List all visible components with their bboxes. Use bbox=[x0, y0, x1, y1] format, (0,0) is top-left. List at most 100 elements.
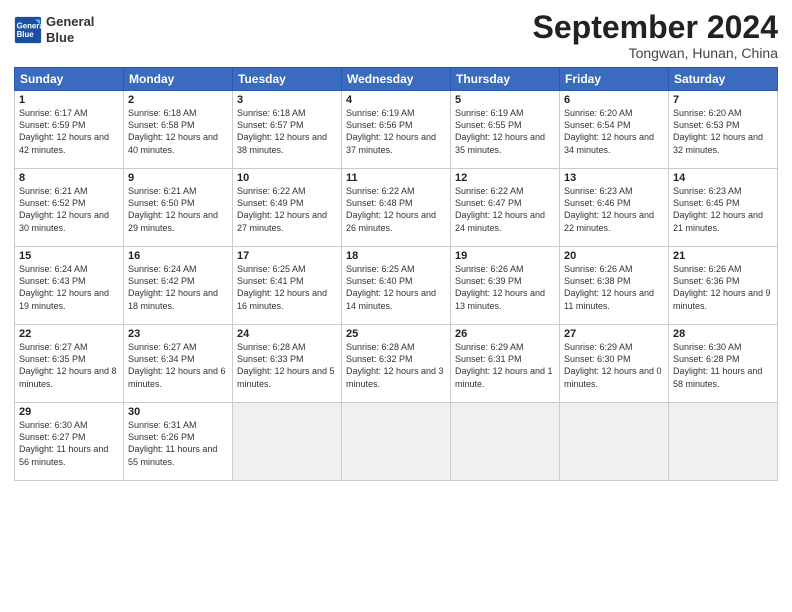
cell-info: Sunrise: 6:22 AMSunset: 6:47 PMDaylight:… bbox=[455, 185, 555, 234]
day-header-monday: Monday bbox=[124, 68, 233, 91]
day-header-thursday: Thursday bbox=[451, 68, 560, 91]
calendar-week-2: 8Sunrise: 6:21 AMSunset: 6:52 PMDaylight… bbox=[15, 169, 778, 247]
cell-info: Sunrise: 6:27 AMSunset: 6:34 PMDaylight:… bbox=[128, 341, 228, 390]
day-number: 27 bbox=[564, 328, 664, 340]
day-number: 21 bbox=[673, 250, 773, 262]
calendar-cell: 15Sunrise: 6:24 AMSunset: 6:43 PMDayligh… bbox=[15, 247, 124, 325]
cell-info: Sunrise: 6:24 AMSunset: 6:42 PMDaylight:… bbox=[128, 263, 228, 312]
cell-info: Sunrise: 6:18 AMSunset: 6:58 PMDaylight:… bbox=[128, 107, 228, 156]
day-number: 4 bbox=[346, 94, 446, 106]
cell-info: Sunrise: 6:23 AMSunset: 6:46 PMDaylight:… bbox=[564, 185, 664, 234]
calendar-cell: 20Sunrise: 6:26 AMSunset: 6:38 PMDayligh… bbox=[560, 247, 669, 325]
calendar-cell: 5Sunrise: 6:19 AMSunset: 6:55 PMDaylight… bbox=[451, 91, 560, 169]
cell-info: Sunrise: 6:20 AMSunset: 6:53 PMDaylight:… bbox=[673, 107, 773, 156]
calendar-cell bbox=[669, 403, 778, 481]
day-header-saturday: Saturday bbox=[669, 68, 778, 91]
cell-info: Sunrise: 6:28 AMSunset: 6:33 PMDaylight:… bbox=[237, 341, 337, 390]
calendar-cell: 24Sunrise: 6:28 AMSunset: 6:33 PMDayligh… bbox=[233, 325, 342, 403]
calendar-cell: 18Sunrise: 6:25 AMSunset: 6:40 PMDayligh… bbox=[342, 247, 451, 325]
cell-info: Sunrise: 6:23 AMSunset: 6:45 PMDaylight:… bbox=[673, 185, 773, 234]
day-number: 25 bbox=[346, 328, 446, 340]
calendar-cell bbox=[560, 403, 669, 481]
cell-info: Sunrise: 6:26 AMSunset: 6:36 PMDaylight:… bbox=[673, 263, 773, 312]
day-number: 26 bbox=[455, 328, 555, 340]
calendar-cell: 6Sunrise: 6:20 AMSunset: 6:54 PMDaylight… bbox=[560, 91, 669, 169]
cell-info: Sunrise: 6:18 AMSunset: 6:57 PMDaylight:… bbox=[237, 107, 337, 156]
cell-info: Sunrise: 6:22 AMSunset: 6:49 PMDaylight:… bbox=[237, 185, 337, 234]
day-number: 3 bbox=[237, 94, 337, 106]
day-number: 22 bbox=[19, 328, 119, 340]
cell-info: Sunrise: 6:21 AMSunset: 6:52 PMDaylight:… bbox=[19, 185, 119, 234]
day-number: 19 bbox=[455, 250, 555, 262]
calendar-cell: 4Sunrise: 6:19 AMSunset: 6:56 PMDaylight… bbox=[342, 91, 451, 169]
calendar-table: SundayMondayTuesdayWednesdayThursdayFrid… bbox=[14, 67, 778, 481]
calendar-cell: 28Sunrise: 6:30 AMSunset: 6:28 PMDayligh… bbox=[669, 325, 778, 403]
cell-info: Sunrise: 6:25 AMSunset: 6:40 PMDaylight:… bbox=[346, 263, 446, 312]
day-number: 23 bbox=[128, 328, 228, 340]
day-header-tuesday: Tuesday bbox=[233, 68, 342, 91]
calendar-cell: 27Sunrise: 6:29 AMSunset: 6:30 PMDayligh… bbox=[560, 325, 669, 403]
day-number: 17 bbox=[237, 250, 337, 262]
calendar-cell: 7Sunrise: 6:20 AMSunset: 6:53 PMDaylight… bbox=[669, 91, 778, 169]
cell-info: Sunrise: 6:21 AMSunset: 6:50 PMDaylight:… bbox=[128, 185, 228, 234]
calendar-cell: 25Sunrise: 6:28 AMSunset: 6:32 PMDayligh… bbox=[342, 325, 451, 403]
calendar-cell: 11Sunrise: 6:22 AMSunset: 6:48 PMDayligh… bbox=[342, 169, 451, 247]
day-number: 15 bbox=[19, 250, 119, 262]
day-number: 14 bbox=[673, 172, 773, 184]
day-number: 10 bbox=[237, 172, 337, 184]
calendar-cell bbox=[451, 403, 560, 481]
logo-text2: Blue bbox=[46, 30, 94, 46]
cell-info: Sunrise: 6:30 AMSunset: 6:28 PMDaylight:… bbox=[673, 341, 773, 390]
day-number: 1 bbox=[19, 94, 119, 106]
calendar-cell: 16Sunrise: 6:24 AMSunset: 6:42 PMDayligh… bbox=[124, 247, 233, 325]
month-title: September 2024 bbox=[533, 10, 778, 45]
calendar-cell: 12Sunrise: 6:22 AMSunset: 6:47 PMDayligh… bbox=[451, 169, 560, 247]
calendar-cell bbox=[233, 403, 342, 481]
svg-text:Blue: Blue bbox=[17, 30, 35, 39]
calendar-cell: 13Sunrise: 6:23 AMSunset: 6:46 PMDayligh… bbox=[560, 169, 669, 247]
cell-info: Sunrise: 6:31 AMSunset: 6:26 PMDaylight:… bbox=[128, 419, 228, 468]
calendar-week-1: 1Sunrise: 6:17 AMSunset: 6:59 PMDaylight… bbox=[15, 91, 778, 169]
calendar-cell: 21Sunrise: 6:26 AMSunset: 6:36 PMDayligh… bbox=[669, 247, 778, 325]
day-number: 5 bbox=[455, 94, 555, 106]
calendar-cell: 1Sunrise: 6:17 AMSunset: 6:59 PMDaylight… bbox=[15, 91, 124, 169]
day-number: 2 bbox=[128, 94, 228, 106]
cell-info: Sunrise: 6:26 AMSunset: 6:38 PMDaylight:… bbox=[564, 263, 664, 312]
cell-info: Sunrise: 6:29 AMSunset: 6:31 PMDaylight:… bbox=[455, 341, 555, 390]
logo-icon: General Blue bbox=[14, 16, 42, 44]
cell-info: Sunrise: 6:25 AMSunset: 6:41 PMDaylight:… bbox=[237, 263, 337, 312]
page-header: General Blue General Blue September 2024… bbox=[14, 10, 778, 61]
day-number: 20 bbox=[564, 250, 664, 262]
cell-info: Sunrise: 6:22 AMSunset: 6:48 PMDaylight:… bbox=[346, 185, 446, 234]
calendar-cell bbox=[342, 403, 451, 481]
calendar-cell: 14Sunrise: 6:23 AMSunset: 6:45 PMDayligh… bbox=[669, 169, 778, 247]
calendar-cell: 30Sunrise: 6:31 AMSunset: 6:26 PMDayligh… bbox=[124, 403, 233, 481]
day-header-wednesday: Wednesday bbox=[342, 68, 451, 91]
calendar-cell: 8Sunrise: 6:21 AMSunset: 6:52 PMDaylight… bbox=[15, 169, 124, 247]
cell-info: Sunrise: 6:19 AMSunset: 6:55 PMDaylight:… bbox=[455, 107, 555, 156]
calendar-cell: 22Sunrise: 6:27 AMSunset: 6:35 PMDayligh… bbox=[15, 325, 124, 403]
calendar-header-row: SundayMondayTuesdayWednesdayThursdayFrid… bbox=[15, 68, 778, 91]
calendar-cell: 3Sunrise: 6:18 AMSunset: 6:57 PMDaylight… bbox=[233, 91, 342, 169]
cell-info: Sunrise: 6:19 AMSunset: 6:56 PMDaylight:… bbox=[346, 107, 446, 156]
calendar-week-5: 29Sunrise: 6:30 AMSunset: 6:27 PMDayligh… bbox=[15, 403, 778, 481]
calendar-cell: 2Sunrise: 6:18 AMSunset: 6:58 PMDaylight… bbox=[124, 91, 233, 169]
cell-info: Sunrise: 6:26 AMSunset: 6:39 PMDaylight:… bbox=[455, 263, 555, 312]
day-number: 7 bbox=[673, 94, 773, 106]
cell-info: Sunrise: 6:24 AMSunset: 6:43 PMDaylight:… bbox=[19, 263, 119, 312]
cell-info: Sunrise: 6:30 AMSunset: 6:27 PMDaylight:… bbox=[19, 419, 119, 468]
day-number: 28 bbox=[673, 328, 773, 340]
location: Tongwan, Hunan, China bbox=[533, 45, 778, 61]
day-number: 8 bbox=[19, 172, 119, 184]
title-block: September 2024 Tongwan, Hunan, China bbox=[533, 10, 778, 61]
cell-info: Sunrise: 6:28 AMSunset: 6:32 PMDaylight:… bbox=[346, 341, 446, 390]
day-number: 16 bbox=[128, 250, 228, 262]
calendar-cell: 19Sunrise: 6:26 AMSunset: 6:39 PMDayligh… bbox=[451, 247, 560, 325]
cell-info: Sunrise: 6:29 AMSunset: 6:30 PMDaylight:… bbox=[564, 341, 664, 390]
calendar-cell: 23Sunrise: 6:27 AMSunset: 6:34 PMDayligh… bbox=[124, 325, 233, 403]
day-number: 13 bbox=[564, 172, 664, 184]
logo-text: General bbox=[46, 14, 94, 30]
day-number: 29 bbox=[19, 406, 119, 418]
cell-info: Sunrise: 6:27 AMSunset: 6:35 PMDaylight:… bbox=[19, 341, 119, 390]
calendar-cell: 10Sunrise: 6:22 AMSunset: 6:49 PMDayligh… bbox=[233, 169, 342, 247]
